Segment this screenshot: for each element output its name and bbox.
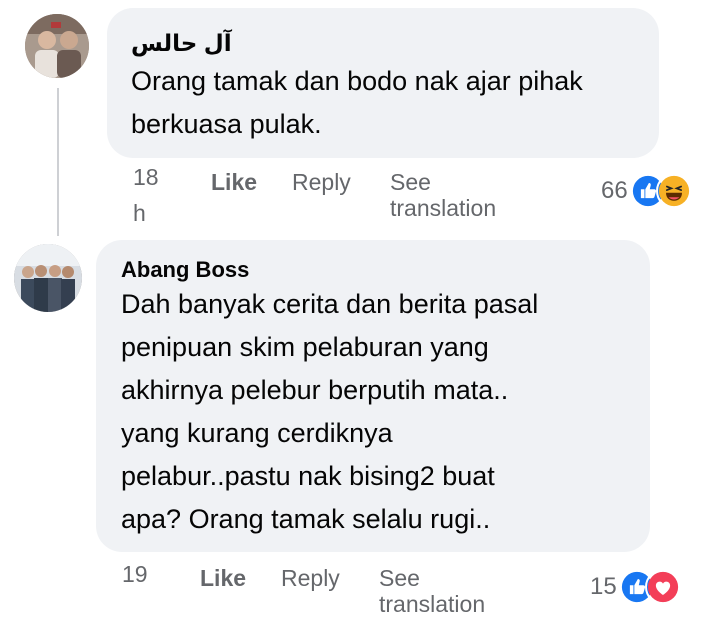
avatar-group-photo-icon bbox=[14, 244, 82, 312]
like-button[interactable]: Like bbox=[211, 169, 257, 195]
timestamp-value: 18 bbox=[133, 164, 159, 190]
comment-text-line: Dah banyak cerita dan berita pasal bbox=[121, 289, 539, 319]
comment-bubble: آل حالس Orang tamak dan bodo nak ajar pi… bbox=[107, 8, 659, 158]
see-label: See bbox=[390, 169, 431, 195]
haha-icon bbox=[655, 173, 692, 209]
see-translation-button[interactable]: See translation bbox=[390, 169, 496, 221]
avatar-photo-icon bbox=[25, 14, 89, 78]
comment-text: Orang tamak dan bodo nak ajar pihak berk… bbox=[131, 66, 583, 139]
translation-label: translation bbox=[390, 195, 497, 221]
comment-timestamp[interactable]: 19 bbox=[122, 561, 148, 587]
reaction-count: 66 bbox=[601, 177, 628, 204]
reply-button[interactable]: Reply bbox=[281, 565, 340, 591]
translation-label: translation bbox=[379, 591, 486, 617]
comment-text-line: akhirnya pelebur berputih mata.. bbox=[121, 375, 509, 405]
like-button[interactable]: Like bbox=[200, 565, 246, 591]
comment-text-line: pelabur..pastu nak bising2 buat bbox=[121, 461, 495, 491]
reaction-count: 15 bbox=[590, 573, 617, 600]
avatar[interactable] bbox=[25, 14, 89, 78]
comment-author[interactable]: آل حالس bbox=[131, 30, 635, 56]
comment-text-line: penipuan skim pelaburan yang bbox=[121, 332, 489, 362]
comment-timestamp[interactable]: 18 h bbox=[133, 164, 173, 226]
comment-author[interactable]: Abang Boss bbox=[121, 257, 626, 283]
reply-button[interactable]: Reply bbox=[292, 169, 351, 195]
comment-text: Dah banyak cerita dan berita pasal penip… bbox=[121, 283, 626, 541]
comment-text-line: apa? Orang tamak selalu rugi.. bbox=[121, 504, 491, 534]
avatar[interactable] bbox=[14, 244, 82, 312]
comment-bubble: Abang Boss Dah banyak cerita dan berita … bbox=[96, 240, 650, 552]
see-translation-button[interactable]: See translation bbox=[379, 565, 485, 617]
reaction-summary[interactable]: 15 bbox=[590, 567, 681, 607]
timestamp-unit: h bbox=[133, 200, 146, 226]
love-icon bbox=[644, 569, 681, 605]
see-label: See bbox=[379, 565, 420, 591]
comment-text-line: yang kurang cerdiknya bbox=[121, 418, 393, 448]
thread-connector-line bbox=[57, 88, 59, 236]
reaction-summary[interactable]: 66 bbox=[601, 171, 692, 211]
